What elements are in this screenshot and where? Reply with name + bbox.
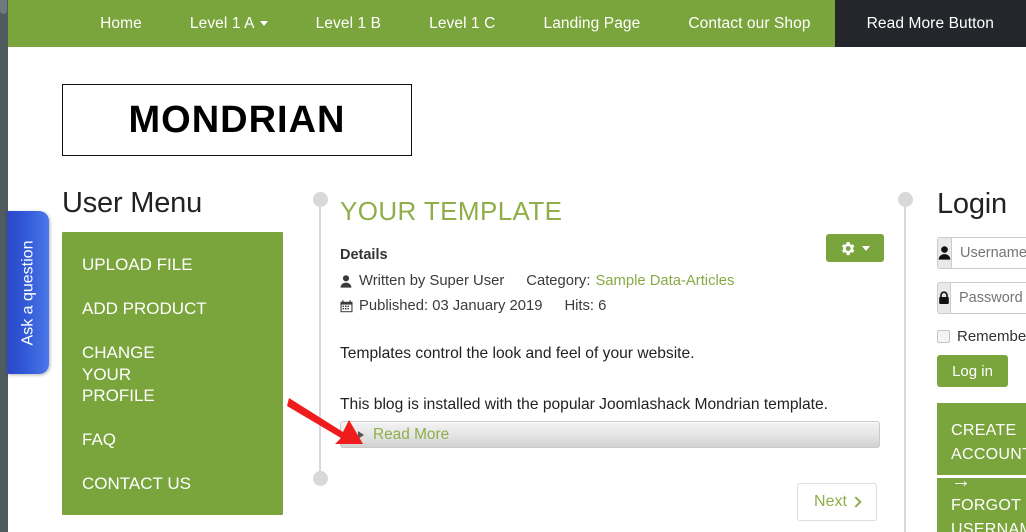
details-label: Details [340, 247, 388, 263]
user-menu-list: UPLOAD FILE ADD PRODUCT CHANGE YOUR PROF… [62, 231, 283, 515]
user-icon [938, 246, 951, 260]
next-page-button[interactable]: Next [797, 483, 877, 521]
scrollbar-thumb[interactable] [0, 0, 7, 14]
article-meta-author: Written by Super User Category: Sample D… [340, 273, 882, 289]
chevron-down-icon [259, 21, 268, 26]
article-paragraph-2: This blog is installed with the popular … [340, 395, 828, 413]
user-menu-item-faq[interactable]: FAQ [62, 429, 283, 450]
nav-label-level-1-a: Level 1 A [189, 14, 255, 32]
chevron-right-icon [358, 430, 364, 439]
chevron-right-icon-next [850, 495, 862, 508]
article-meta-published: Published: 03 January 2019 Hits: 6 [340, 298, 882, 314]
user-menu-label-faq: FAQ [82, 430, 117, 450]
ask-a-question-tab[interactable]: Ask a question [7, 211, 49, 374]
article-title: YOUR TEMPLATE [340, 196, 563, 226]
forgot-username-label: FORGOT USERNAME [951, 497, 1026, 532]
nav-item-level-1-b[interactable]: Level 1 B [292, 0, 406, 47]
column-divider-dot-top-left [313, 192, 328, 207]
page-root: Home Level 1 A Level 1 B Level 1 C Landi… [0, 0, 1026, 532]
username-input-group [937, 237, 1026, 269]
site-logo[interactable]: MONDRIAN [62, 84, 412, 156]
read-more-label: Read More [373, 425, 450, 443]
create-account-panel[interactable]: CREATE ACCOUNT → [937, 403, 1026, 491]
nav-label-read-more-button: Read More Button [866, 14, 994, 32]
lock-icon [939, 291, 949, 304]
log-in-button[interactable]: Log in [937, 355, 1008, 387]
nav-label-level-1-c: Level 1 C [429, 14, 496, 32]
nav-item-level-1-a[interactable]: Level 1 A [166, 0, 292, 47]
read-more-button[interactable]: Read More [340, 421, 880, 449]
login-title: Login [937, 188, 1007, 220]
nav-item-landing-page[interactable]: Landing Page [519, 0, 664, 47]
user-menu-label-upload-file: UPLOAD FILE [82, 254, 193, 274]
user-menu-item-add-product[interactable]: ADD PRODUCT [62, 298, 283, 319]
calendar-icon [340, 299, 354, 314]
article-hits-text: Hits: 6 [564, 298, 607, 314]
details-row: Details [340, 234, 884, 264]
nav-item-home[interactable]: Home [76, 0, 166, 47]
user-icon-addon [937, 237, 951, 269]
article-options-button[interactable] [826, 234, 884, 262]
nav-item-read-more-button[interactable]: Read More Button [834, 0, 1026, 47]
article-published-text: Published: 03 January 2019 [359, 298, 543, 314]
remember-me-checkbox[interactable] [937, 330, 950, 343]
article-author-text: Written by Super User [359, 273, 505, 289]
article-category-link[interactable]: Sample Data-Articles [595, 273, 734, 289]
article-category-label: Category: [526, 273, 591, 289]
user-menu-label-add-product: ADD PRODUCT [82, 299, 207, 319]
create-account-label: CREATE ACCOUNT [951, 422, 1026, 463]
user-menu-item-contact-us[interactable]: CONTACT US [62, 473, 283, 494]
nav-item-contact-our-shop[interactable]: Contact our Shop [664, 0, 834, 47]
username-input[interactable] [951, 237, 1026, 269]
column-divider-right [904, 198, 906, 532]
user-icon [340, 274, 354, 289]
top-navbar: Home Level 1 A Level 1 B Level 1 C Landi… [8, 0, 1026, 47]
login-module: Login Remember Me Log in [937, 188, 1026, 532]
logo-text: MONDRIAN [128, 98, 346, 141]
nav-label-landing-page: Landing Page [543, 14, 641, 32]
article-column: YOUR TEMPLATE Details Written by Super U… [340, 196, 884, 449]
user-menu-label-change-your-profile: CHANGE YOUR PROFILE [82, 343, 155, 405]
gear-icon [841, 241, 855, 255]
next-page-label: Next [814, 493, 847, 510]
column-divider-left [319, 198, 321, 484]
nav-label-home: Home [100, 14, 142, 32]
user-menu-module: User Menu UPLOAD FILE ADD PRODUCT CHANGE… [62, 187, 287, 515]
chevron-down-icon-options [862, 245, 870, 251]
nav-item-level-1-c[interactable]: Level 1 C [405, 0, 519, 47]
user-menu-label-contact-us: CONTACT US [82, 474, 191, 494]
password-input[interactable] [950, 282, 1026, 314]
password-input-group [937, 282, 1026, 314]
article-paragraph-1: Templates control the look and feel of y… [340, 345, 695, 362]
lock-icon-addon [937, 282, 950, 314]
nav-label-level-1-b: Level 1 B [315, 14, 382, 32]
ask-a-question-label: Ask a question [19, 240, 37, 345]
nav-label-contact-our-shop: Contact our Shop [688, 14, 811, 32]
user-menu-title: User Menu [62, 187, 203, 219]
user-menu-item-change-your-profile[interactable]: CHANGE YOUR PROFILE [62, 342, 202, 406]
column-divider-dot-top-right [898, 192, 913, 207]
column-divider-dot-bottom-left [313, 471, 328, 486]
remember-me-row: Remember Me [937, 328, 1026, 345]
remember-me-label: Remember Me [957, 328, 1026, 345]
user-menu-item-upload-file[interactable]: UPLOAD FILE [62, 254, 283, 275]
